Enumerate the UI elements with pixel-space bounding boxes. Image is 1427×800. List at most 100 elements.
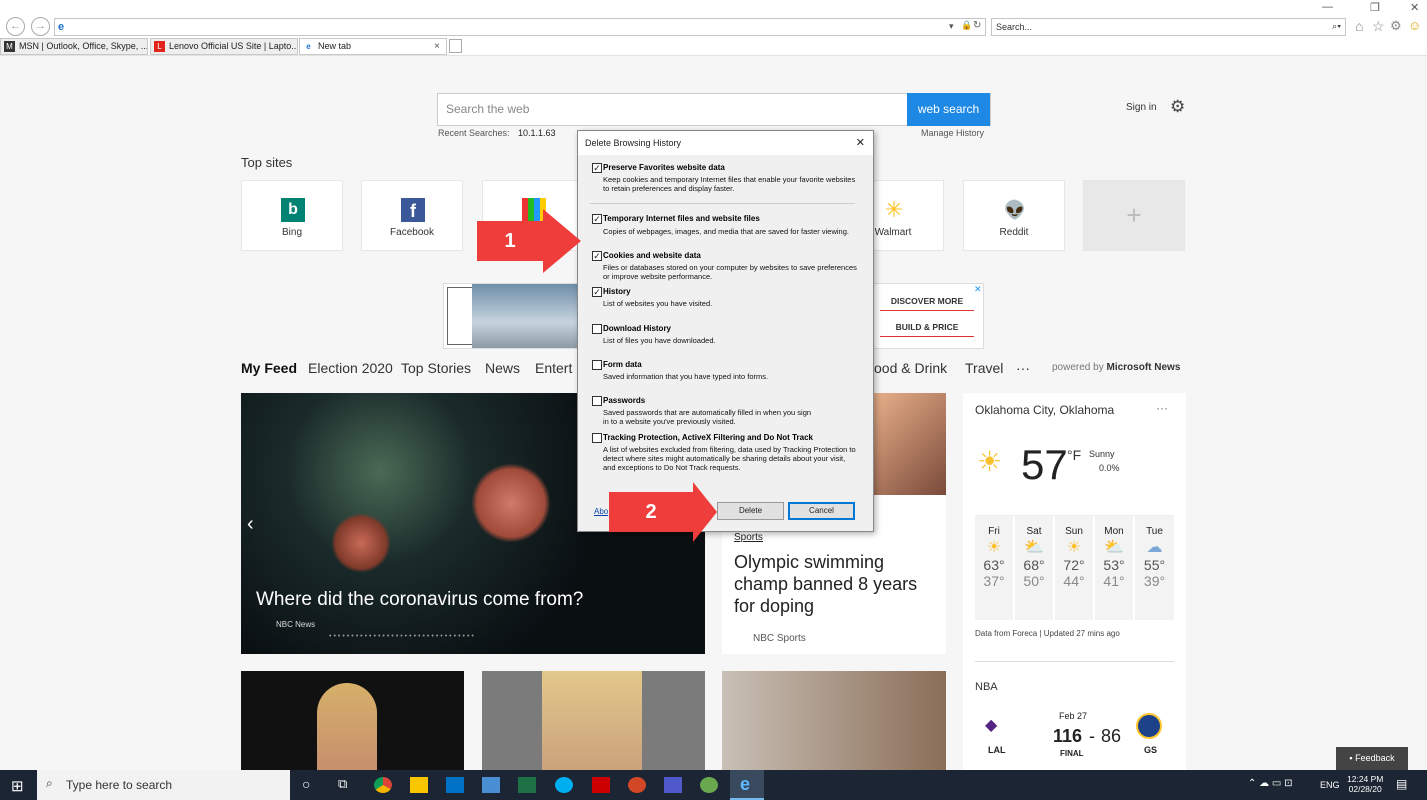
build-price-button[interactable]: BUILD & PRICE — [880, 322, 974, 337]
tracking-protection-checkbox[interactable] — [592, 433, 602, 443]
refresh-icon[interactable]: ↻ — [973, 20, 981, 31]
smiley-icon[interactable]: ☺ — [1408, 18, 1421, 33]
search-icon[interactable]: ⌕▾ — [1332, 21, 1341, 32]
remote-desktop-icon[interactable] — [482, 777, 500, 793]
more-options-icon[interactable]: ··· — [1156, 401, 1168, 415]
language-indicator[interactable]: ENG — [1320, 780, 1340, 790]
outlook-icon[interactable] — [446, 777, 464, 793]
internet-explorer-taskbar-button[interactable]: e — [730, 770, 764, 800]
cancel-button[interactable]: Cancel — [788, 502, 855, 520]
story-category[interactable]: Sports — [734, 532, 763, 543]
weather-unit[interactable]: °F — [1067, 447, 1081, 463]
top-site-label: Facebook — [390, 227, 434, 238]
forward-button[interactable]: → — [31, 17, 50, 36]
restore-icon[interactable]: ❐ — [1370, 1, 1380, 14]
carousel-prev-icon[interactable]: ‹ — [247, 513, 254, 536]
home-team: LAL — [988, 745, 1006, 755]
add-site-button[interactable]: + — [1083, 180, 1185, 251]
forecast-day-name: Sat — [1026, 526, 1042, 537]
feed-tab-top-stories[interactable]: Top Stories — [401, 360, 471, 376]
forecast-day[interactable]: Sat ⛅ 68° 50° — [1015, 516, 1053, 620]
web-search-button[interactable]: web search — [907, 93, 990, 126]
dropdown-icon[interactable]: ▾ — [949, 21, 954, 32]
feed-tab-food-drink[interactable]: ood & Drink — [874, 360, 947, 376]
excel-icon[interactable] — [518, 777, 536, 793]
forecast-day[interactable]: Sun ☀ 72° 44° — [1055, 516, 1093, 620]
top-site-reddit[interactable]: 👽 Reddit — [963, 180, 1065, 251]
forecast-high: 72° — [1063, 557, 1085, 573]
story-headline[interactable]: Olympic swimming champ banned 8 years fo… — [734, 551, 934, 617]
weather-location[interactable]: Oklahoma City, Oklahoma — [975, 403, 1114, 417]
feed-tab-my-feed[interactable]: My Feed — [241, 360, 297, 376]
favorites-star-icon[interactable]: ☆ — [1372, 18, 1385, 35]
close-tab-icon[interactable]: × — [434, 39, 440, 54]
forecast-day[interactable]: Fri ☀ 63° 37° — [975, 516, 1013, 620]
gear-icon[interactable]: ⚙ — [1390, 18, 1402, 34]
ad-close-icon[interactable]: ✕ — [974, 284, 982, 295]
cookies-checkbox[interactable]: ✓ — [592, 251, 602, 261]
virus-image — [331, 513, 391, 573]
sign-in-link[interactable]: Sign in — [1126, 102, 1157, 113]
close-window-icon[interactable]: ✕ — [1410, 1, 1419, 14]
dialog-close-icon[interactable]: ✕ — [856, 136, 865, 149]
minimize-icon[interactable]: — — [1322, 1, 1333, 13]
history-checkbox[interactable]: ✓ — [592, 287, 602, 297]
carousel-dots[interactable]: ••••••••••••••••••••••••••••••••• — [329, 633, 476, 640]
discover-more-button[interactable]: DISCOVER MORE — [880, 296, 974, 311]
tray-icons[interactable]: ⌃ ☁ ▭ ⊡ — [1248, 778, 1293, 789]
more-feed-tabs-icon[interactable]: ··· — [1016, 360, 1030, 376]
preserve-favorites-checkbox[interactable]: ✓ — [592, 163, 602, 173]
forecast-high: 53° — [1103, 557, 1125, 573]
acrobat-icon[interactable] — [592, 777, 610, 793]
notification-icon[interactable]: ▤ — [1396, 777, 1407, 791]
file-explorer-icon[interactable] — [410, 777, 428, 793]
app-icon[interactable] — [700, 777, 718, 793]
news-card-image[interactable] — [722, 671, 946, 770]
powerpoint-icon[interactable] — [628, 777, 646, 793]
tab-new-tab[interactable]: e New tab × — [299, 38, 447, 55]
temporary-files-checkbox[interactable]: ✓ — [592, 214, 602, 224]
news-card-image[interactable] — [241, 671, 464, 770]
top-site-bing[interactable]: b Bing — [241, 180, 343, 251]
download-history-checkbox[interactable] — [592, 324, 602, 334]
passwords-checkbox[interactable] — [592, 396, 602, 406]
delete-button[interactable]: Delete — [717, 502, 784, 520]
feedback-button[interactable]: ▪ Feedback — [1336, 747, 1408, 770]
forecast-day[interactable]: Mon ⛅ 53° 41° — [1095, 516, 1133, 620]
feed-tab-election[interactable]: Election 2020 — [308, 360, 393, 376]
annotation-number: 2 — [645, 501, 657, 523]
option-desc: Saved information that you have typed in… — [603, 372, 769, 381]
recent-search-item[interactable]: 10.1.1.63 — [518, 128, 556, 138]
cortana-icon[interactable]: ○ — [302, 776, 310, 792]
teams-icon[interactable] — [664, 777, 682, 793]
back-button[interactable]: ← — [6, 17, 25, 36]
new-tab-button[interactable] — [449, 39, 462, 53]
feed-tab-travel[interactable]: Travel — [965, 360, 1003, 376]
tab-msn[interactable]: M MSN | Outlook, Office, Skype, ... — [0, 38, 148, 55]
settings-gear-icon[interactable]: ⚙ — [1170, 97, 1185, 117]
story-source: NBC Sports — [753, 633, 806, 644]
address-bar[interactable]: e ▾ 🔒 ↻ — [54, 18, 986, 36]
forecast-day[interactable]: Tue ☁ 55° 39° — [1135, 516, 1174, 620]
feed-tab-entertainment[interactable]: Entert — [535, 360, 572, 376]
news-card-image[interactable] — [482, 671, 705, 770]
manage-history-link[interactable]: Manage History — [921, 128, 984, 138]
top-site-facebook[interactable]: f Facebook — [361, 180, 463, 251]
clock[interactable]: 12:24 PM 02/28/20 — [1347, 774, 1383, 794]
home-icon[interactable]: ⌂ — [1355, 18, 1363, 34]
windows-start-icon[interactable]: ⊞ — [11, 777, 24, 795]
taskbar-search-box[interactable]: ⌕ Type here to search — [37, 770, 290, 800]
task-view-icon[interactable]: ⧉ — [338, 776, 347, 792]
hero-headline[interactable]: Where did the coronavirus come from? — [256, 589, 583, 611]
tab-lenovo[interactable]: L Lenovo Official US Site | Lapto... — [150, 38, 298, 55]
skype-icon[interactable] — [555, 777, 573, 793]
chrome-icon[interactable] — [374, 777, 392, 793]
feed-tab-news[interactable]: News — [485, 360, 520, 376]
browser-search-input[interactable]: Search... ⌕▾ — [991, 18, 1346, 36]
weather-card[interactable]: Oklahoma City, Oklahoma ··· ☀ 57 °F Sunn… — [963, 393, 1186, 770]
about-link[interactable]: Abo — [594, 507, 608, 516]
option-label: Download History — [603, 324, 672, 333]
form-data-checkbox[interactable] — [592, 360, 602, 370]
annotation-arrow-1: 1 — [477, 221, 543, 261]
nba-label[interactable]: NBA — [975, 681, 998, 693]
